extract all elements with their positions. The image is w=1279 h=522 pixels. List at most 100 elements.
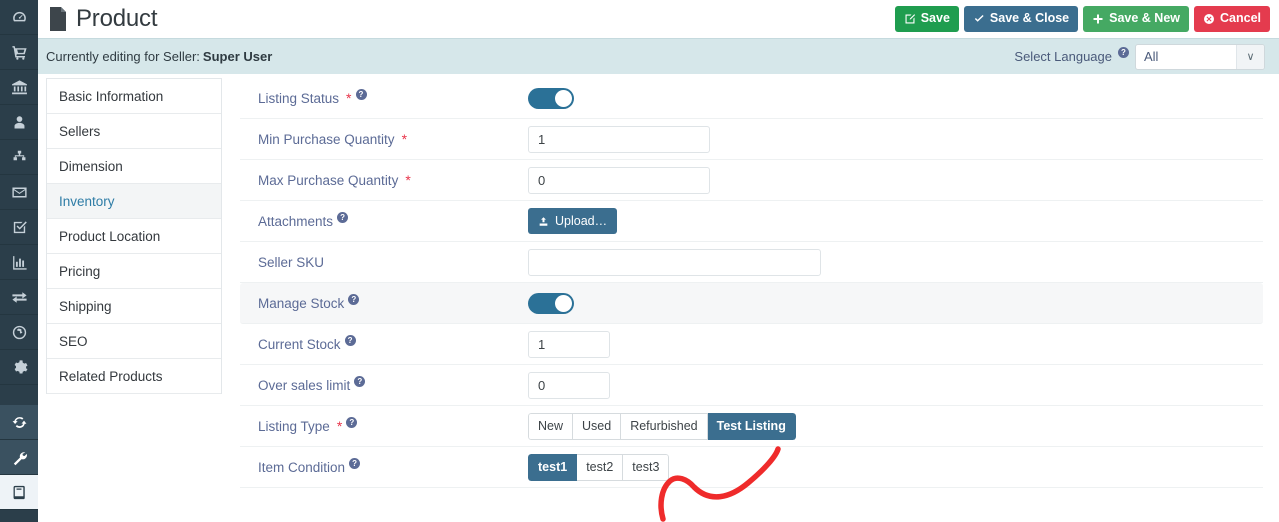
sidebar-item-sellers[interactable]: Sellers	[47, 114, 221, 149]
language-select[interactable]: All ∨	[1135, 43, 1265, 70]
sidebar-item-inventory[interactable]: Inventory	[47, 184, 221, 219]
page-title: Product	[48, 5, 158, 33]
item-condition-help-icon[interactable]: ?	[349, 457, 361, 469]
toggle-knob	[555, 294, 572, 312]
header-actions: Save Save & Close Save & New Cancel	[894, 5, 1273, 32]
main-panel: Product Save Save & Close Save & New Can…	[38, 0, 1279, 522]
icon-rail	[0, 0, 38, 522]
listing-status-control	[528, 87, 1263, 109]
min-purchase-quantity-input[interactable]	[528, 125, 710, 153]
nav-label: Inventory	[59, 193, 115, 209]
attachments-help-icon[interactable]: ?	[337, 211, 349, 223]
listing-type-option-new[interactable]: New	[528, 412, 574, 440]
gear-icon[interactable]	[0, 350, 38, 385]
envelope-icon[interactable]	[0, 175, 38, 210]
listing-status-toggle[interactable]	[528, 87, 574, 109]
seller-sku-control	[528, 248, 1263, 276]
cart-icon[interactable]	[0, 35, 38, 70]
chevron-down-icon: ∨	[1236, 44, 1264, 69]
max-purchase-quantity-label: Max Purchase Quantity	[258, 172, 399, 188]
item-condition-button-group: test1 test2 test3	[528, 453, 670, 481]
listing-type-option-refurbished[interactable]: Refurbished	[621, 412, 708, 440]
sidebar-item-related-products[interactable]: Related Products	[47, 359, 221, 394]
seller-sku-input[interactable]	[528, 248, 821, 276]
save-button[interactable]: Save	[894, 5, 959, 32]
over-sales-limit-input[interactable]	[528, 371, 610, 399]
max-purchase-quantity-input[interactable]	[528, 166, 710, 194]
current-stock-label-group: Current Stock ?	[240, 334, 528, 352]
item-condition-option-test3[interactable]: test3	[623, 453, 670, 481]
item-condition-control: test1 test2 test3	[528, 453, 1263, 481]
manage-stock-help-icon[interactable]: ?	[348, 293, 360, 305]
rail-filler	[0, 510, 38, 522]
manage-stock-label: Manage Stock	[258, 295, 345, 311]
save-and-close-button[interactable]: Save & Close	[963, 5, 1079, 32]
manage-stock-toggle[interactable]	[528, 292, 574, 314]
nav-label: Basic Information	[59, 88, 164, 104]
nav-label: Sellers	[59, 123, 101, 139]
attachments-label: Attachments	[258, 213, 334, 229]
check-icon	[973, 13, 985, 25]
nav-label: SEO	[59, 333, 88, 349]
sidebar-item-shipping[interactable]: Shipping	[47, 289, 221, 324]
sidebar-item-product-location[interactable]: Product Location	[47, 219, 221, 254]
seller-context-bar: Currently editing for Seller: Super User…	[38, 38, 1279, 74]
row-listing-status: Listing Status * ?	[240, 78, 1263, 119]
rail-divider	[0, 385, 38, 405]
manage-stock-label-group: Manage Stock ?	[240, 293, 528, 311]
circle-x-icon	[1203, 13, 1215, 25]
current-stock-control	[528, 330, 1263, 358]
language-select-value: All	[1144, 49, 1159, 64]
refresh-icon[interactable]	[0, 405, 38, 440]
exchange-icon[interactable]	[0, 280, 38, 315]
item-condition-option-test1[interactable]: test1	[528, 453, 578, 481]
sidebar-item-pricing[interactable]: Pricing	[47, 254, 221, 289]
listing-status-help-icon[interactable]: ?	[355, 88, 367, 100]
required-marker: *	[401, 131, 408, 147]
upload-icon	[538, 216, 549, 227]
sidebar-item-dimension[interactable]: Dimension	[47, 149, 221, 184]
user-icon[interactable]	[0, 105, 38, 140]
item-condition-option-test2[interactable]: test2	[577, 453, 624, 481]
top-bar: Product Save Save & Close Save & New Can…	[38, 0, 1279, 38]
sidebar-item-basic-information[interactable]: Basic Information	[47, 79, 221, 114]
listing-status-label-group: Listing Status * ?	[240, 88, 528, 106]
bar-chart-icon[interactable]	[0, 245, 38, 280]
globe-icon[interactable]	[0, 315, 38, 350]
current-stock-label: Current Stock	[258, 336, 341, 352]
current-stock-input[interactable]	[528, 330, 610, 358]
inventory-form: Listing Status * ? Min Purchase Quantity…	[240, 78, 1263, 522]
nav-label: Related Products	[59, 368, 163, 384]
cancel-button[interactable]: Cancel	[1194, 5, 1270, 32]
sitemap-icon[interactable]	[0, 140, 38, 175]
row-seller-sku: Seller SKU	[240, 242, 1263, 283]
dashboard-icon[interactable]	[0, 0, 38, 35]
cancel-button-label: Cancel	[1220, 11, 1261, 26]
language-help-icon[interactable]: ?	[1118, 47, 1129, 58]
row-listing-type: Listing Type * ? New Used Refurbished Te…	[240, 406, 1263, 447]
over-sales-limit-label: Over sales limit	[258, 377, 351, 393]
edit-square-icon	[904, 13, 916, 25]
current-stock-help-icon[interactable]: ?	[344, 334, 356, 346]
seller-context-prefix: Currently editing for Seller:	[46, 49, 200, 64]
book-icon[interactable]	[0, 475, 38, 510]
upload-button[interactable]: Upload…	[528, 208, 618, 234]
item-condition-label: Item Condition	[258, 459, 346, 475]
save-and-close-label: Save & Close	[989, 11, 1070, 26]
listing-type-button-group: New Used Refurbished Test Listing	[528, 412, 796, 440]
bank-icon[interactable]	[0, 70, 38, 105]
listing-type-help-icon[interactable]: ?	[346, 416, 358, 428]
plus-icon	[1092, 13, 1104, 25]
wrench-icon[interactable]	[0, 440, 38, 475]
nav-label: Product Location	[59, 228, 161, 244]
listing-type-option-test-listing[interactable]: Test Listing	[707, 412, 796, 440]
over-sales-limit-help-icon[interactable]: ?	[354, 375, 366, 387]
row-max-purchase-quantity: Max Purchase Quantity *	[240, 160, 1263, 201]
sidebar-item-seo[interactable]: SEO	[47, 324, 221, 359]
checkbox-icon[interactable]	[0, 210, 38, 245]
save-and-new-button[interactable]: Save & New	[1083, 5, 1189, 32]
content-area: Basic Information Sellers Dimension Inve…	[38, 74, 1279, 522]
listing-type-option-used[interactable]: Used	[573, 412, 622, 440]
min-purchase-quantity-label-group: Min Purchase Quantity *	[240, 132, 528, 147]
required-marker: *	[336, 418, 343, 434]
